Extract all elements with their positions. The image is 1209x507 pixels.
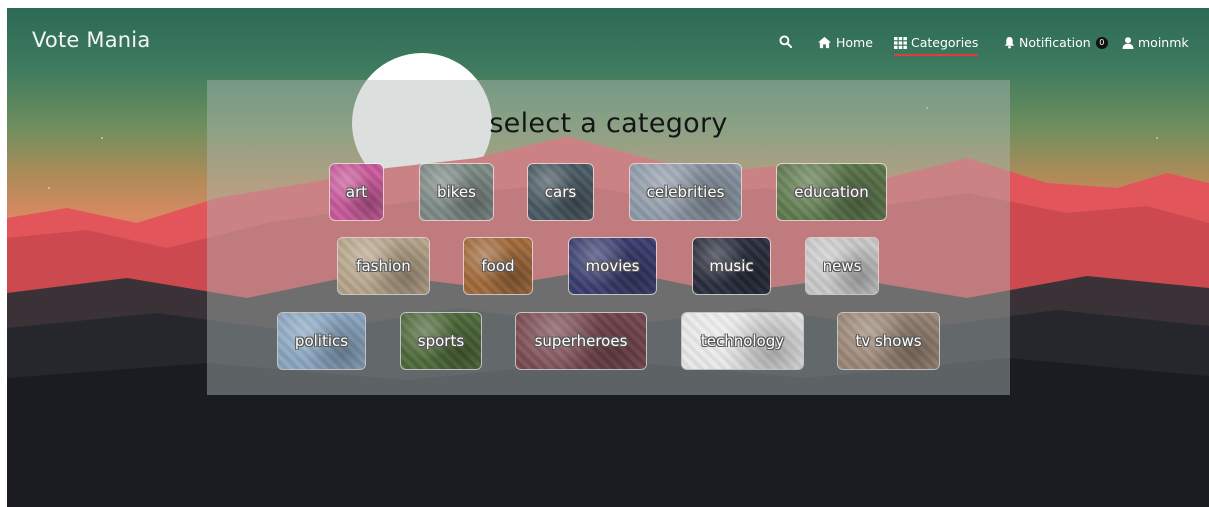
nav-user-label: moinmk <box>1138 35 1189 50</box>
nav-home[interactable]: Home <box>817 35 873 50</box>
user-icon <box>1122 36 1134 49</box>
nav-categories[interactable]: Categories <box>894 35 979 56</box>
home-icon <box>818 36 831 49</box>
category-label: cars <box>544 183 577 201</box>
category-label: fashion <box>356 257 411 275</box>
grid-icon <box>894 36 907 49</box>
category-label: celebrities <box>646 183 725 201</box>
page-title: select a category <box>489 108 728 139</box>
category-label: education <box>794 183 869 201</box>
category-tile-education[interactable]: education <box>776 163 887 221</box>
category-label: sports <box>417 332 465 350</box>
category-label: politics <box>294 332 349 350</box>
category-tile-movies[interactable]: movies <box>568 237 657 295</box>
category-label: art <box>345 183 368 201</box>
category-label: music <box>709 257 754 275</box>
category-tile-superheroes[interactable]: superheroes <box>515 312 647 370</box>
nav-notification-label: Notification <box>1019 35 1091 50</box>
category-tile-news[interactable]: news <box>805 237 879 295</box>
category-tile-politics[interactable]: politics <box>277 312 366 370</box>
nav-categories-label: Categories <box>911 35 979 50</box>
category-label: movies <box>585 257 640 275</box>
category-label: bikes <box>437 183 476 201</box>
category-tile-celebrities[interactable]: celebrities <box>629 163 742 221</box>
category-label: news <box>822 257 862 275</box>
category-label: superheroes <box>534 332 628 350</box>
category-tile-food[interactable]: food <box>463 237 533 295</box>
search-icon <box>779 35 792 48</box>
category-tile-music[interactable]: music <box>692 237 771 295</box>
category-tile-cars[interactable]: cars <box>527 163 594 221</box>
bell-icon <box>1004 37 1015 49</box>
nav-user[interactable]: moinmk <box>1122 35 1189 50</box>
page-background: Vote Mania Home Categories Notification … <box>7 8 1209 507</box>
nav-home-label: Home <box>836 35 873 50</box>
nav-notification[interactable]: Notification 0 <box>1004 35 1108 50</box>
category-tile-bikes[interactable]: bikes <box>419 163 494 221</box>
notification-count-badge: 0 <box>1095 36 1108 49</box>
category-label: food <box>481 257 515 275</box>
category-tile-art[interactable]: art <box>329 163 384 221</box>
category-label: tv shows <box>855 332 922 350</box>
search-button[interactable] <box>779 35 792 48</box>
category-tile-sports[interactable]: sports <box>400 312 482 370</box>
category-tile-technology[interactable]: technology <box>681 312 804 370</box>
app-title[interactable]: Vote Mania <box>32 28 150 52</box>
category-label: technology <box>700 332 785 350</box>
category-tile-tv-shows[interactable]: tv shows <box>837 312 940 370</box>
category-tile-fashion[interactable]: fashion <box>337 237 430 295</box>
category-panel: select a category art bikes cars celebritie… <box>207 80 1010 395</box>
